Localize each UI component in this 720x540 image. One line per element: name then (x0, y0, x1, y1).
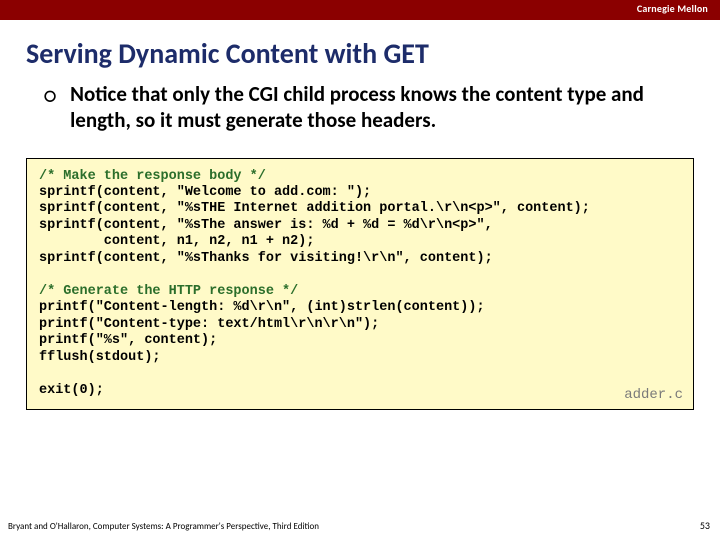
code-line: sprintf(content, "%sThanks for visiting!… (39, 251, 493, 266)
bullet-icon: ○ (44, 85, 56, 107)
bullet-text: Notice that only the CGI child process k… (70, 81, 700, 134)
footer-citation: Bryant and O'Hallaron, Computer Systems:… (8, 521, 319, 532)
code-comment: /* Make the response body */ (39, 169, 266, 184)
code-line: printf("Content-length: %d\r\n", (int)st… (39, 300, 485, 315)
code-line: sprintf(content, "%sThe answer is: %d + … (39, 218, 493, 233)
page-title: Serving Dynamic Content with GET (0, 20, 720, 81)
header-bar: Carnegie Mellon (0, 0, 720, 20)
code-line: printf("Content-type: text/html\r\n\r\n"… (39, 317, 379, 332)
code-line: content, n1, n2, n1 + n2); (39, 234, 314, 249)
code-line: fflush(stdout); (39, 350, 161, 365)
bullet-item: ○ Notice that only the CGI child process… (0, 81, 720, 144)
slide: Carnegie Mellon Serving Dynamic Content … (0, 0, 720, 540)
file-label: adder.c (624, 387, 683, 403)
code-listing: /* Make the response body */ sprintf(con… (39, 169, 681, 400)
code-box: /* Make the response body */ sprintf(con… (26, 158, 694, 411)
code-line: sprintf(content, "%sTHE Internet additio… (39, 201, 590, 216)
code-line: sprintf(content, "Welcome to add.com: ")… (39, 185, 371, 200)
org-name: Carnegie Mellon (637, 2, 708, 15)
code-comment: /* Generate the HTTP response */ (39, 284, 298, 299)
code-line: exit(0); (39, 383, 104, 398)
page-number: 53 (700, 519, 710, 532)
code-line: printf("%s", content); (39, 333, 217, 348)
